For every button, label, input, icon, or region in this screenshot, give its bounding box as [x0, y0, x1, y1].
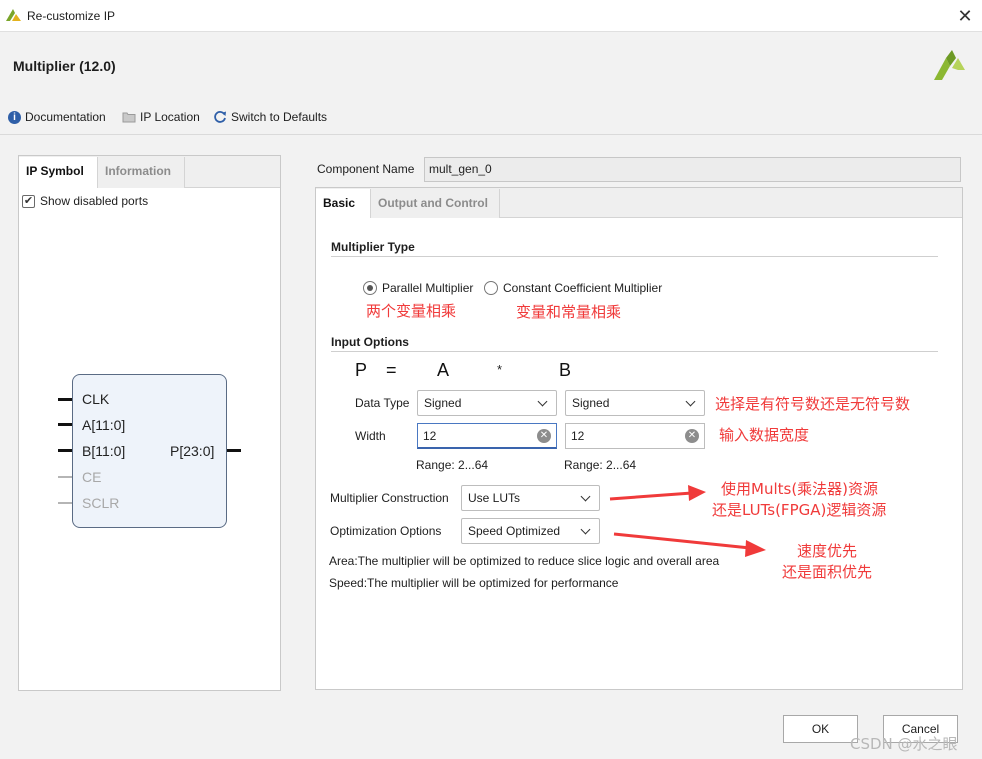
speed-description: Speed:The multiplier will be optimized f…: [329, 576, 619, 590]
input-options-heading: Input Options: [331, 335, 409, 349]
arrow-optimization: [613, 532, 751, 550]
a-data-type-value: Signed: [424, 396, 462, 410]
multiplier-construction-label: Multiplier Construction: [330, 491, 449, 505]
chevron-down-icon: [580, 491, 591, 501]
parallel-multiplier-label: Parallel Multiplier: [382, 281, 474, 295]
equation-p: P: [355, 360, 368, 380]
clear-icon[interactable]: ✕: [685, 429, 699, 443]
documentation-label: Documentation: [25, 110, 106, 124]
chevron-down-icon: [685, 396, 696, 406]
chevron-down-icon: [580, 524, 591, 534]
watermark: CSDN @水之眼: [850, 735, 958, 753]
annotation-signed: 选择是有符号数还是无符号数: [715, 395, 911, 413]
data-type-label: Data Type: [355, 396, 410, 410]
optimization-options-value: Speed Optimized: [468, 524, 561, 538]
b-range-text: Range: 2...64: [564, 458, 637, 472]
parallel-multiplier-radio[interactable]: [363, 281, 377, 295]
tab-ip-symbol[interactable]: IP Symbol: [19, 157, 98, 188]
a-width-input[interactable]: 12 ✕: [417, 423, 557, 449]
arrow-construction-head: [688, 485, 706, 501]
annotation-constant: 变量和常量相乘: [516, 303, 622, 321]
port-pin-p: [227, 449, 241, 452]
equation-b: B: [559, 360, 572, 380]
optimization-options-label: Optimization Options: [330, 524, 442, 538]
section-divider: [331, 256, 938, 257]
b-width-value: 12: [571, 429, 585, 443]
annotation-parallel: 两个变量相乘: [366, 302, 457, 320]
port-a: A[11:0]: [82, 417, 126, 433]
tab-output-and-control[interactable]: Output and Control: [371, 189, 500, 218]
b-width-input[interactable]: 12 ✕: [565, 423, 705, 449]
port-pin-sclr: [58, 502, 72, 504]
show-disabled-ports-toggle[interactable]: ✔ Show disabled ports: [22, 194, 148, 208]
arrow-construction: [609, 491, 693, 501]
show-disabled-ports-label: Show disabled ports: [40, 194, 149, 208]
annotation-construction-1: 使用Mults(乘法器)资源: [721, 480, 879, 498]
port-pin-ce: [58, 476, 72, 478]
annotation-optimization-1: 速度优先: [797, 542, 858, 560]
refresh-icon: [214, 111, 226, 123]
equation-equals: =: [386, 360, 397, 380]
window-title: Re-customize IP: [27, 9, 116, 23]
ok-button[interactable]: OK: [783, 715, 858, 743]
port-pin-clk: [58, 398, 72, 401]
title-bar: [0, 0, 982, 32]
port-pin-a: [58, 423, 72, 426]
equation-a: A: [437, 360, 450, 380]
annotation-width: 输入数据宽度: [719, 426, 810, 444]
port-pin-b: [58, 449, 72, 452]
section-divider: [331, 351, 938, 352]
constant-coefficient-option[interactable]: Constant Coefficient Multiplier: [484, 281, 662, 295]
b-data-type-select[interactable]: Signed: [565, 390, 705, 416]
b-data-type-value: Signed: [572, 396, 610, 410]
port-ce: CE: [82, 469, 102, 485]
equation-times: *: [497, 362, 503, 377]
a-data-type-select[interactable]: Signed: [417, 390, 557, 416]
documentation-button[interactable]: i Documentation: [8, 109, 106, 125]
header-divider: [0, 134, 982, 135]
switch-to-defaults-label: Switch to Defaults: [231, 110, 328, 124]
port-b: B[11:0]: [82, 443, 126, 459]
optimization-options-select[interactable]: Speed Optimized: [461, 518, 600, 544]
ip-location-button[interactable]: IP Location: [122, 109, 200, 125]
annotation-construction-2: 还是LUTs(FPGA)逻辑资源: [712, 501, 887, 519]
arrow-optimization-head: [745, 540, 766, 557]
a-range-text: Range: 2...64: [416, 458, 489, 472]
xilinx-logo-icon: [934, 50, 965, 80]
clear-icon[interactable]: ✕: [537, 428, 551, 443]
info-icon: i: [8, 110, 21, 124]
constant-coefficient-label: Constant Coefficient Multiplier: [503, 281, 663, 295]
port-p: P[23:0]: [170, 443, 215, 459]
multiplier-construction-value: Use LUTs: [468, 491, 521, 505]
ip-location-label: IP Location: [140, 110, 200, 124]
folder-icon: [122, 112, 136, 123]
close-icon[interactable]: ✕: [952, 4, 978, 28]
port-sclr: SCLR: [82, 495, 120, 511]
page-title: Multiplier (12.0): [13, 58, 116, 74]
annotation-optimization-2: 还是面积优先: [782, 563, 873, 581]
tab-information[interactable]: Information: [98, 157, 185, 188]
multiplier-construction-select[interactable]: Use LUTs: [461, 485, 600, 511]
show-disabled-ports-checkbox[interactable]: ✔: [22, 194, 35, 208]
parallel-multiplier-option[interactable]: Parallel Multiplier: [363, 281, 473, 295]
port-clk: CLK: [82, 391, 110, 407]
switch-to-defaults-button[interactable]: Switch to Defaults: [213, 109, 327, 125]
vivado-logo-icon: [6, 9, 21, 21]
constant-coefficient-radio[interactable]: [484, 281, 498, 295]
component-name-label: Component Name: [317, 162, 415, 176]
chevron-down-icon: [537, 396, 548, 406]
a-width-value: 12: [423, 428, 437, 443]
component-name-input[interactable]: mult_gen_0: [424, 157, 961, 182]
width-label: Width: [355, 429, 386, 443]
tab-basic[interactable]: Basic: [316, 189, 371, 218]
multiplier-type-heading: Multiplier Type: [331, 240, 415, 254]
